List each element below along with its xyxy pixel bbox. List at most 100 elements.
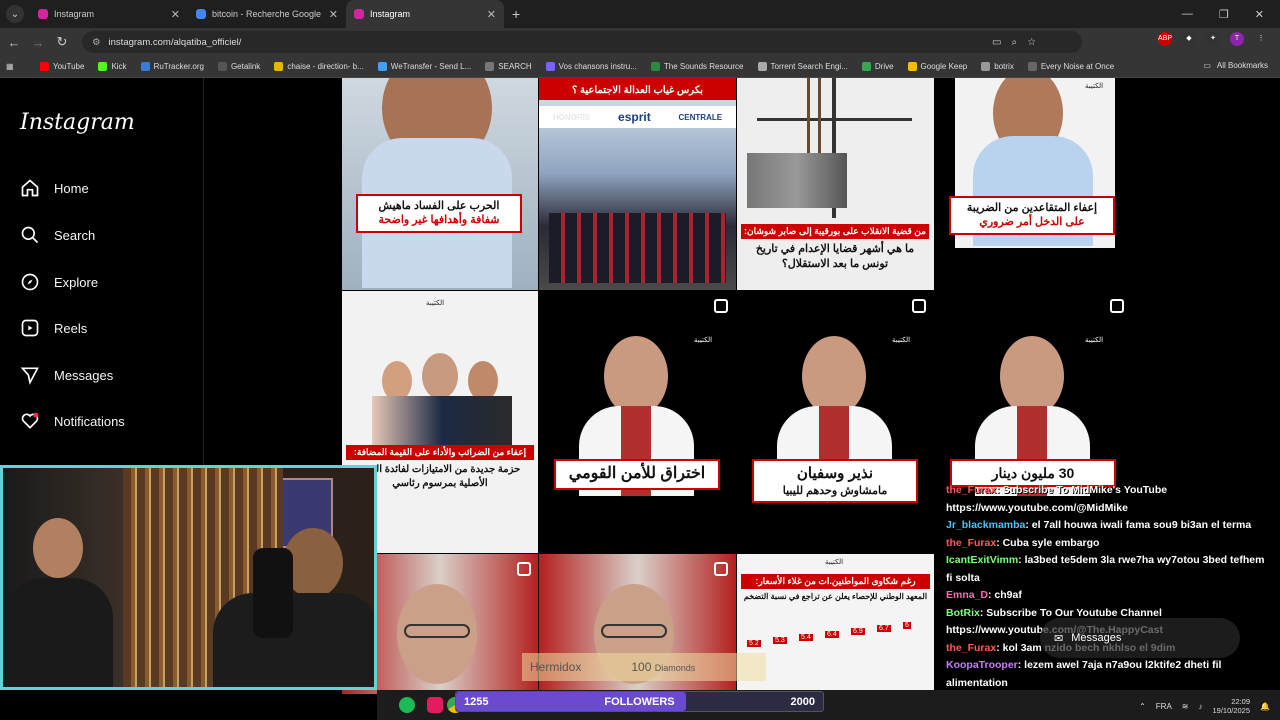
back-icon[interactable]: ← [4, 35, 24, 50]
bookmark-item[interactable]: RuTracker.org [140, 62, 204, 71]
chat-username[interactable]: the_Furax [946, 537, 996, 549]
tab-google[interactable]: bitcoin - Recherche Google ✕ [188, 0, 346, 28]
post-caption-red: رغم شكاوى المواطنين.ات من غلاء الأسعار: [741, 574, 930, 589]
bookmark-item[interactable]: Kick [98, 62, 127, 71]
spotify-icon[interactable] [399, 697, 415, 713]
tab-title: Instagram [54, 9, 95, 19]
bookmark-item[interactable]: WeTransfer - Send L... [377, 62, 472, 71]
zoom-icon[interactable]: ⌕ [1011, 37, 1017, 48]
post-tile[interactable]: الحرب على الفساد ماهيش شفافة وأهدافها غي… [342, 78, 538, 290]
adblock-extension-icon[interactable]: ABP [1158, 32, 1172, 46]
instagram-favicon-icon [38, 9, 48, 19]
bookmark-label: WeTransfer - Send L... [390, 62, 472, 71]
bookmark-favicon-icon [485, 62, 495, 71]
instagram-favicon-icon [354, 9, 364, 19]
bookmark-item[interactable]: YouTube [40, 62, 84, 71]
clock-date: 19/10/2025 [1212, 706, 1251, 715]
bookmark-star-icon[interactable]: ☆ [1027, 37, 1036, 48]
bookmark-item[interactable]: The Sounds Resource [650, 62, 744, 71]
chat-username[interactable]: IcantExitVimm [946, 554, 1018, 566]
extensions-puzzle-icon[interactable]: ✦ [1206, 32, 1220, 46]
chat-username[interactable]: Jr_blackmamba [946, 519, 1025, 531]
folder-icon: ▭ [1203, 61, 1211, 70]
chat-username[interactable]: Emna_D [946, 589, 988, 601]
nav-search[interactable]: Search [20, 225, 95, 245]
notification-bell-icon[interactable]: 🔔 [1260, 702, 1270, 711]
instagram-logo[interactable]: Instagram [20, 110, 135, 135]
tab-search-button[interactable]: ⌄ [6, 5, 24, 23]
chat-message: IcantExitVimm: la3bed te5dem 3la rwe7ha … [946, 552, 1266, 587]
bookmark-item[interactable]: Vos chansons instru... [545, 62, 637, 71]
close-tab-icon[interactable]: ✕ [487, 8, 496, 21]
site-info-icon[interactable]: ⚙ [92, 37, 101, 48]
reload-icon[interactable]: ↻ [52, 34, 72, 50]
tab-instagram-1[interactable]: Instagram ✕ [30, 0, 188, 28]
address-bar[interactable]: ⚙ instagram.com/alqatiba_officiel/ [82, 31, 1082, 53]
bookmark-label: Drive [874, 62, 894, 71]
menu-kebab-icon[interactable]: ⋮ [1254, 32, 1268, 46]
chat-username[interactable]: BotRix [946, 607, 980, 619]
person-photo [422, 353, 458, 399]
bookmark-item[interactable]: Getalink [217, 62, 261, 71]
bookmark-label: Getalink [230, 62, 261, 71]
esprit-logo: esprit [618, 110, 651, 124]
bookmark-item[interactable]: botrix [981, 62, 1014, 71]
inflation-chart: 5.2 5.3 5.4 6.4 6.9 6.7 6 [747, 614, 927, 654]
post-tile[interactable]: الكتيبة نذير وسفيان مامشاوش وحدهم لليبيا [737, 291, 934, 553]
wifi-icon[interactable]: ≋ [1182, 702, 1189, 711]
nav-explore[interactable]: Explore [20, 272, 98, 292]
chat-username[interactable]: the_Furax [946, 642, 996, 654]
chat-username[interactable]: the_Furax [946, 484, 996, 496]
microphone-icon [253, 548, 293, 638]
nav-messages[interactable]: Messages [20, 365, 113, 385]
bookmark-item[interactable]: chaise - direction- b... [274, 62, 364, 71]
chat-message: the_Furax: Cuba syle embargo [946, 535, 1266, 553]
post-tile[interactable]: من قضية الانقلاب على بورقيبة إلى صابر شو… [737, 78, 934, 290]
restore-icon[interactable]: ❐ [1219, 8, 1229, 21]
close-tab-icon[interactable]: ✕ [329, 8, 338, 21]
bookmark-item[interactable]: SEARCH [485, 62, 532, 71]
bookmark-favicon-icon [274, 62, 284, 71]
window-close-icon[interactable]: ✕ [1255, 8, 1264, 21]
apps-grid-icon[interactable]: ▦ [6, 62, 30, 71]
app-icon[interactable] [427, 697, 443, 713]
new-tab-button[interactable]: + [512, 6, 520, 22]
tab-instagram-active[interactable]: Instagram ✕ [346, 0, 504, 28]
chat-text: : ch9af [988, 589, 1022, 601]
nav-notifications[interactable]: Notifications [20, 411, 125, 431]
close-tab-icon[interactable]: ✕ [171, 8, 180, 21]
chart-data-label: 5.3 [773, 637, 787, 644]
bookmark-item[interactable]: Drive [861, 62, 894, 71]
all-bookmarks-button[interactable]: All Bookmarks [1217, 61, 1268, 70]
post-caption-banner: الحرب على الفساد ماهيش شفافة وأهدافها غي… [356, 194, 522, 233]
forward-icon[interactable]: → [28, 35, 48, 50]
cast-icon[interactable]: ▭ [992, 37, 1001, 48]
caption-line: مامشاوش وحدهم لليبيا [782, 484, 888, 497]
bookmark-item[interactable]: Every Noise at Once [1027, 62, 1114, 71]
messages-pill[interactable]: ✉ Messages [1040, 618, 1240, 658]
post-tile[interactable]: الكتيبة رغم شكاوى المواطنين.ات من غلاء ا… [737, 554, 934, 694]
language-indicator[interactable]: FRA [1156, 702, 1172, 711]
post-caption-red: إعفاء من الضرائب والأداء على القيمة المض… [346, 445, 534, 460]
bookmark-favicon-icon [981, 62, 991, 71]
minimize-icon[interactable]: — [1182, 8, 1193, 20]
post-caption-banner: إعفاء المتقاعدين من الضريبة على الدخل أم… [949, 196, 1115, 235]
volume-icon[interactable]: ♪ [1198, 702, 1202, 711]
nav-home[interactable]: Home [20, 178, 89, 198]
bookmark-item[interactable]: Google Keep [907, 62, 967, 71]
profile-avatar[interactable]: T [1230, 32, 1244, 46]
extension-icon[interactable]: ◆ [1182, 32, 1196, 46]
post-tile[interactable]: الكتيبة اختراق للأمن القومي [539, 291, 736, 553]
post-tile[interactable]: بكرس غياب العدالة الاجتماعية ؟ HONORIS e… [539, 78, 736, 290]
bookmark-favicon-icon [545, 62, 555, 71]
chat-username[interactable]: KoopaTrooper [946, 659, 1018, 671]
bookmark-favicon-icon [650, 62, 660, 71]
post-tile[interactable]: الكتيبة إعفاء المتقاعدين من الضريبة على … [935, 78, 1133, 290]
tab-strip: ⌄ Instagram ✕ bitcoin - Recherche Google… [0, 0, 1280, 28]
chat-text: : el 7all houwa iwali fama sou9 bi3an el… [1025, 519, 1252, 531]
compass-icon [21, 273, 39, 291]
nav-reels[interactable]: Reels [20, 318, 87, 338]
bookmark-item[interactable]: Torrent Search Engi... [757, 62, 848, 71]
chevron-up-icon[interactable]: ⌃ [1139, 702, 1146, 711]
clock[interactable]: 22:09 19/10/2025 [1212, 697, 1250, 715]
